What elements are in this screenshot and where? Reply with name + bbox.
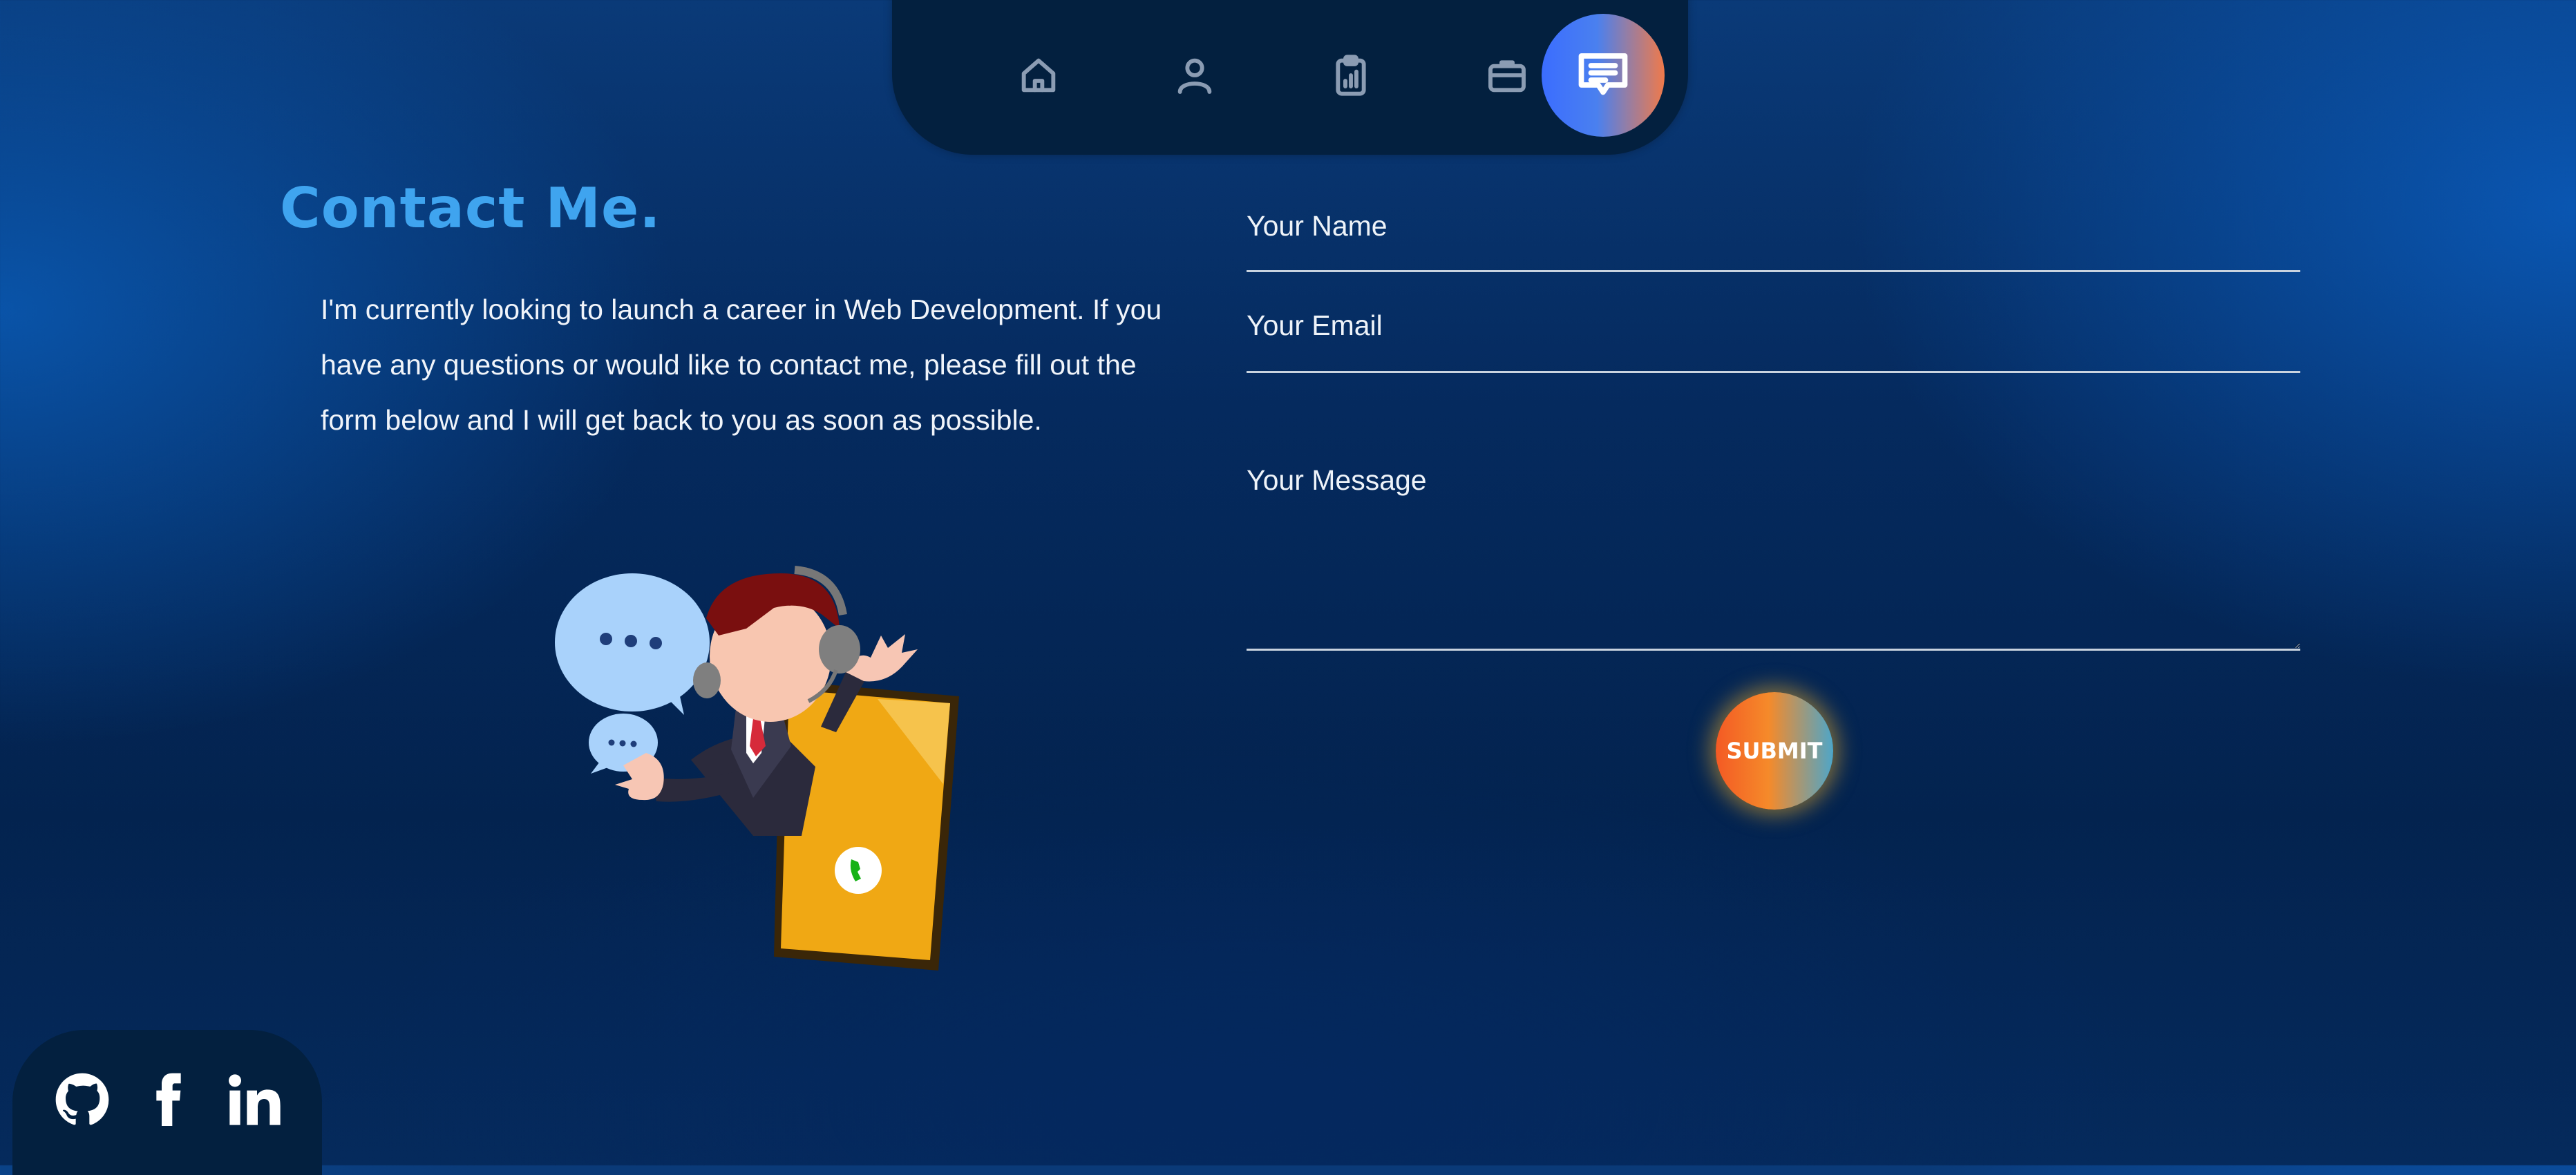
clipboard-chart-icon <box>1336 55 1366 96</box>
github-icon <box>55 1073 109 1125</box>
facebook-icon <box>156 1073 181 1126</box>
home-icon <box>1021 58 1056 93</box>
page-title: Contact Me. <box>280 176 661 240</box>
linkedin-link[interactable] <box>224 1069 286 1131</box>
github-link[interactable] <box>51 1069 113 1131</box>
social-links <box>12 1030 322 1175</box>
facebook-link[interactable] <box>137 1069 199 1131</box>
briefcase-icon <box>1488 60 1526 93</box>
support-agent-illustration <box>555 566 959 971</box>
name-field[interactable] <box>1247 200 2300 272</box>
linkedin-icon <box>229 1074 281 1125</box>
contact-intro-text: I'm currently looking to launch a career… <box>321 294 1162 436</box>
nav-contact-button[interactable] <box>1542 14 1665 137</box>
user-icon <box>1177 58 1212 94</box>
nav-resume-button[interactable] <box>1289 14 1412 137</box>
nav-home-button[interactable] <box>977 14 1100 137</box>
speech-bubble-large-icon <box>555 573 710 715</box>
submit-button[interactable]: SUBMIT <box>1716 692 1833 810</box>
email-field[interactable] <box>1247 298 2300 373</box>
nav-about-button[interactable] <box>1133 14 1256 137</box>
message-icon <box>1578 53 1628 95</box>
message-field[interactable] <box>1247 461 2300 651</box>
top-navigation <box>892 0 1688 155</box>
